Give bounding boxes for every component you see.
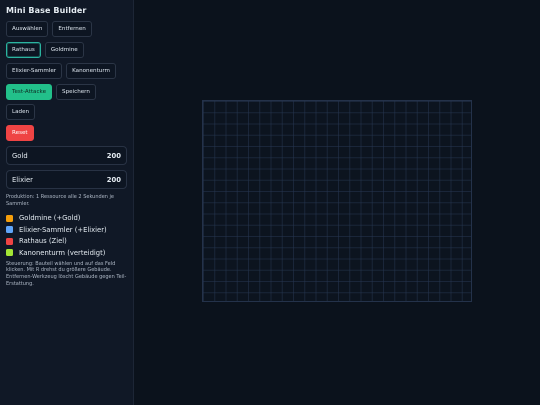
legend-cannon-label: Kanonenturm (verteidigt) bbox=[19, 248, 106, 257]
legend-townhall-label: Rathaus (Ziel) bbox=[19, 237, 67, 246]
test-attack-button[interactable]: Test-Attacke bbox=[6, 84, 53, 100]
goldmine-button[interactable]: Goldmine bbox=[44, 42, 84, 58]
app-title: Mini Base Builder bbox=[6, 6, 87, 15]
production-note: Produktion: 1 Ressource alle 2 Sekunden … bbox=[6, 194, 114, 207]
legend-goldmine: Goldmine (+Gold) bbox=[6, 214, 127, 222]
legend-townhall: Rathaus (Ziel) bbox=[6, 237, 127, 245]
cannon-swatch-icon bbox=[6, 249, 13, 257]
building-row-2: Elixier-Sammler Kanonenturm bbox=[6, 63, 127, 79]
reset-button[interactable]: Reset bbox=[6, 125, 34, 141]
controls-help: Steuerung: Bauteil wählen und auf das Fe… bbox=[6, 260, 127, 287]
legend-elixir: Elixier-Sammler (+Elixier) bbox=[6, 226, 127, 234]
goldmine-swatch-icon bbox=[6, 214, 13, 222]
townhall-swatch-icon bbox=[6, 237, 13, 245]
elixir-collector-button[interactable]: Elixier-Sammler bbox=[6, 63, 63, 79]
remove-tool-button[interactable]: Entfernen bbox=[52, 21, 92, 37]
elixir-label: Elixier bbox=[12, 175, 33, 184]
legend-cannon: Kanonenturm (verteidigt) bbox=[6, 249, 127, 257]
gold-label: Gold bbox=[12, 151, 28, 160]
gold-value: 200 bbox=[106, 151, 121, 160]
cannon-button[interactable]: Kanonenturm bbox=[66, 63, 116, 79]
legend-goldmine-label: Goldmine (+Gold) bbox=[19, 214, 81, 222]
tool-row: Auswählen Entfernen bbox=[6, 21, 127, 37]
action-row: Test-Attacke Speichern Laden bbox=[6, 84, 127, 120]
select-tool-button[interactable]: Auswählen bbox=[6, 21, 49, 37]
save-button[interactable]: Speichern bbox=[56, 84, 96, 100]
building-row-1: Rathaus Goldmine bbox=[6, 42, 127, 58]
legend-elixir-label: Elixier-Sammler (+Elixier) bbox=[19, 225, 107, 234]
sidebar: Mini Base Builder Auswählen Entfernen Ra… bbox=[0, 0, 134, 405]
build-grid[interactable] bbox=[202, 100, 472, 302]
load-button[interactable]: Laden bbox=[6, 104, 36, 120]
elixir-value: 200 bbox=[106, 175, 121, 184]
townhall-button[interactable]: Rathaus bbox=[6, 42, 41, 58]
gold-counter: Gold 200 bbox=[6, 146, 127, 165]
elixir-counter: Elixier 200 bbox=[6, 170, 127, 189]
elixir-swatch-icon bbox=[6, 226, 13, 234]
reset-row: Reset bbox=[6, 125, 127, 141]
